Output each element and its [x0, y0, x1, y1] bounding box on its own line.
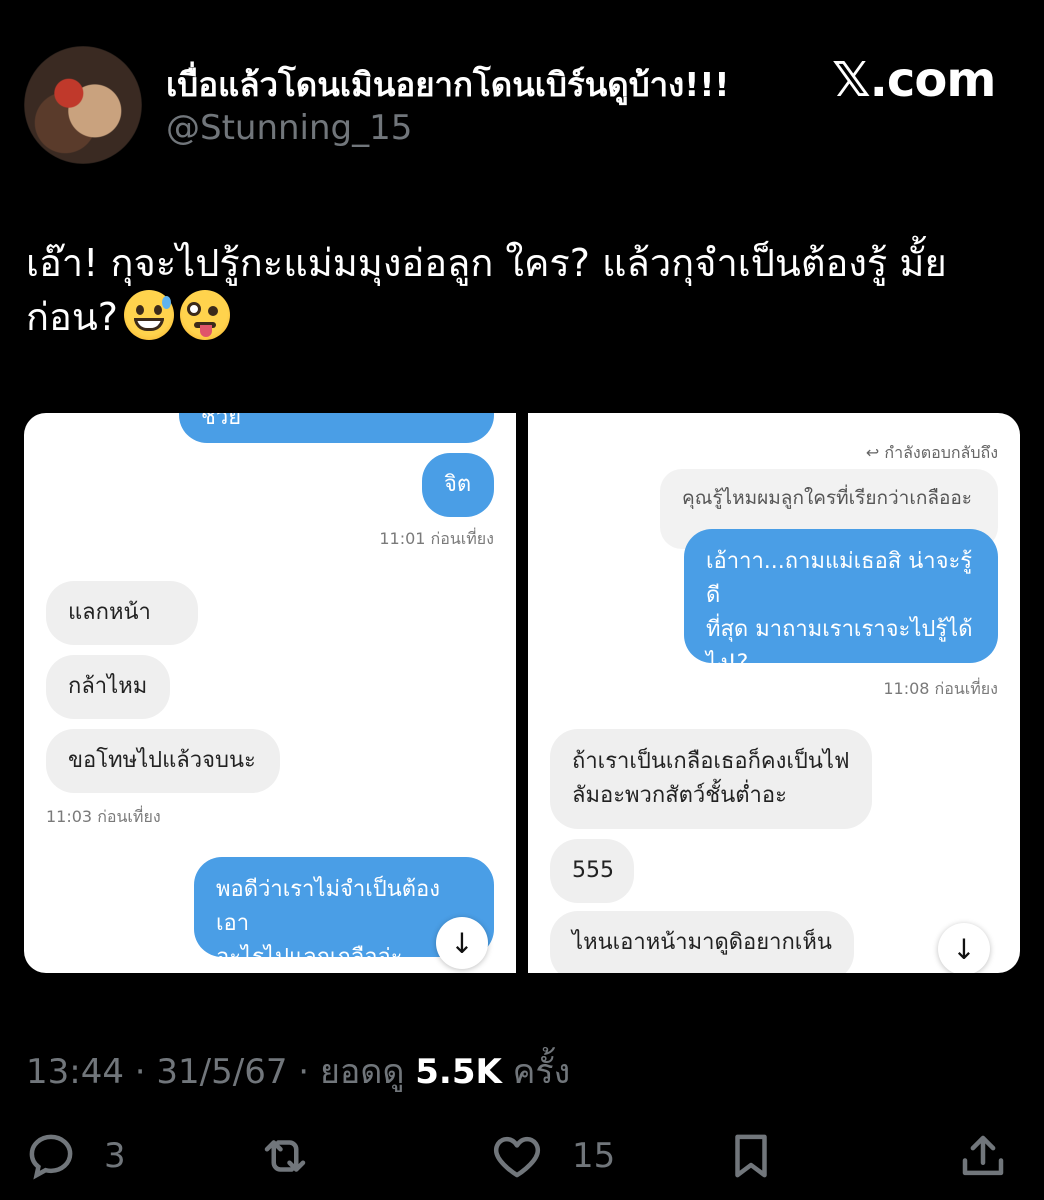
zany-face-emoji-icon — [179, 290, 230, 340]
views-label: ยอดดู — [319, 1052, 405, 1092]
chat-bubble-incoming: กล้าไหม — [46, 655, 170, 719]
chat-bubble-line: ที่สุด มาถามเราเราจะไปรู้ได้ — [706, 617, 973, 642]
tweet-meta: 13:44 · 31/5/67 · ยอดดู 5.5K ครั้ง — [26, 1052, 571, 1092]
heart-icon — [493, 1136, 541, 1178]
tweet-time[interactable]: 13:44 — [26, 1052, 124, 1092]
chat-bubble-line: ลัมอะพวกสัตว์ชั้นต่ำอะ — [572, 783, 787, 808]
views-suffix: ครั้ง — [512, 1052, 571, 1092]
chat-bubble-outgoing: ช่วย — [179, 413, 494, 443]
media-image-left[interactable]: ช่วย จิต 11:01 ก่อนเที่ยง แลกหน้าปะ กล้า… — [24, 413, 516, 973]
message-timestamp: 11:03 ก่อนเที่ยง — [46, 807, 161, 826]
share-button[interactable] — [956, 1128, 1010, 1184]
bookmark-icon — [735, 1134, 767, 1178]
share-icon — [962, 1135, 1004, 1176]
media-image-right[interactable]: ↩ กำลังตอบกลับถึง คุณรู้ไหมผมลูกใครที่เร… — [528, 413, 1020, 973]
chat-bubble-outgoing: จิต — [422, 453, 494, 517]
message-timestamp: 11:08 ก่อนเที่ยง — [883, 679, 998, 698]
x-logo-brand: 𝕏.com — [832, 52, 996, 108]
grinning-sweat-emoji-icon — [123, 290, 174, 340]
like-count: 15 — [572, 1136, 616, 1176]
reply-arrow-icon: ↩ — [865, 443, 885, 462]
chat-bubble-line: ไง!? — [706, 651, 749, 676]
reply-icon — [29, 1134, 73, 1180]
reply-button[interactable]: 3 — [24, 1128, 126, 1184]
bookmark-button[interactable] — [724, 1128, 778, 1184]
chat-bubble-line: เอ้าาา...ถามแม่เธอสิ น่าจะรู้ดี — [706, 549, 973, 608]
like-button[interactable]: 15 — [490, 1128, 615, 1184]
author-handle[interactable]: @Stunning_15 — [166, 108, 412, 148]
chat-bubble-incoming: ขอโทษไปแล้วจบนะ — [46, 729, 280, 793]
chat-bubble-line: ถ้าเราเป็นเกลือเธอก็คงเป็นไฟ — [572, 749, 850, 774]
chat-bubble-incoming: ไหนเอาหน้ามาดูดิอยากเห็น — [550, 911, 854, 973]
avatar[interactable] — [24, 46, 142, 164]
replying-to-label: ↩ กำลังตอบกลับถึง — [866, 441, 998, 466]
chat-bubble-outgoing: เอ้าาา...ถามแม่เธอสิ น่าจะรู้ดี ที่สุด ม… — [684, 529, 998, 676]
scroll-down-arrow-icon[interactable]: ↓ — [938, 923, 990, 973]
chat-bubble-incoming: 555 — [550, 839, 634, 903]
tweet-text: เอ๊า! กุจะไปรู้กะแม่มมุงอ่อลูก ใคร? แล้ว… — [26, 236, 1016, 344]
reply-count: 3 — [104, 1136, 126, 1176]
tweet-date[interactable]: 31/5/67 — [156, 1052, 287, 1092]
message-timestamp: 11:01 ก่อนเที่ยง — [379, 529, 494, 548]
views-count: 5.5K — [415, 1052, 502, 1092]
chat-bubble-line: พอดีว่าเราไม่จำเป็นต้องเอา — [216, 877, 440, 936]
scroll-down-arrow-icon[interactable]: ↓ — [436, 917, 488, 969]
chat-bubble-incoming: ถ้าเราเป็นเกลือเธอก็คงเป็นไฟ ลัมอะพวกสัต… — [550, 729, 872, 829]
chat-bubble-incoming: แลกหน้าปะ — [46, 581, 198, 689]
chat-bubble-line: อะไรไปแลกเกลืออ่ะ — [216, 945, 403, 970]
repost-icon — [264, 1140, 306, 1172]
replying-to-text: กำลังตอบกลับถึง — [884, 443, 998, 462]
author-display-name[interactable]: เบื่อแล้วโดนเมินอยากโดนเบิร์นดูบ้าง!!! — [166, 58, 729, 111]
repost-button[interactable] — [258, 1128, 312, 1184]
